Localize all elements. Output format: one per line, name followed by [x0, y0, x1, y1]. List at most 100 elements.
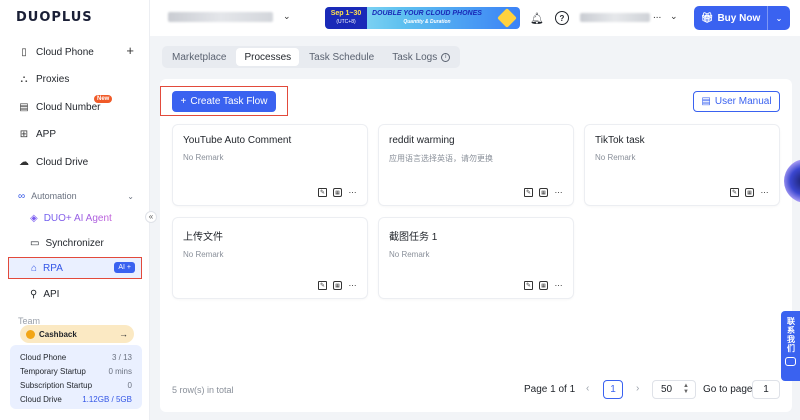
- automation-section-toggle[interactable]: ∞ Automation ⌄: [18, 189, 142, 203]
- infinity-icon: ∞: [18, 190, 26, 202]
- schedule-icon[interactable]: ▦: [539, 281, 548, 290]
- task-remark: No Remark: [183, 250, 224, 259]
- tab-label: Marketplace: [172, 51, 227, 63]
- sidebar-item-label: Cloud Drive: [36, 156, 89, 168]
- goto-page-input[interactable]: 1: [752, 380, 780, 399]
- task-remark: No Remark: [595, 153, 636, 162]
- coin-icon: [26, 329, 35, 339]
- task-title: 上传文件: [183, 232, 223, 243]
- more-icon[interactable]: ⋯: [554, 281, 563, 290]
- sidebar-item-app[interactable]: ⊞ APP: [8, 122, 142, 146]
- sidebar-item-synchronizer[interactable]: ▭ Synchronizer: [8, 232, 142, 254]
- page-number-button[interactable]: 1: [603, 380, 623, 399]
- edit-icon[interactable]: ✎: [318, 281, 327, 290]
- row-count: 5 row(s) in total: [172, 385, 234, 395]
- proxies-icon: ⛬: [20, 73, 28, 85]
- page-size-select[interactable]: 50 ▲ ▼: [652, 380, 696, 399]
- help-icon[interactable]: ?: [555, 11, 569, 25]
- edit-icon[interactable]: ✎: [524, 281, 533, 290]
- buy-now-label: Buy Now: [717, 12, 761, 24]
- schedule-icon[interactable]: ▦: [745, 188, 754, 197]
- chevron-down-icon[interactable]: ⌄: [670, 11, 678, 22]
- page-indicator: Page 1 of 1: [524, 384, 576, 395]
- logo-text: DUOPLUS: [16, 9, 93, 25]
- sidebar-item-rpa[interactable]: ⌂ RPA AI +: [8, 257, 142, 279]
- promo-date: Sep 1~30 (UTC+8): [325, 7, 367, 29]
- new-badge: New: [94, 95, 113, 103]
- more-icon[interactable]: ⋯: [348, 281, 357, 290]
- schedule-icon[interactable]: ▦: [333, 281, 342, 290]
- cashback-banner[interactable]: Cashback →: [20, 325, 134, 343]
- task-title: YouTube Auto Comment: [183, 135, 292, 146]
- chevron-down-icon: ⌄: [127, 191, 134, 201]
- promo-headline: DOUBLE YOUR CLOUD PHONES Quantity & Dura…: [367, 10, 482, 26]
- task-card[interactable]: YouTube Auto Comment No Remark ✎ ▦ ⋯: [172, 124, 368, 206]
- promo-banner[interactable]: Sep 1~30 (UTC+8) DOUBLE YOUR CLOUD PHONE…: [325, 7, 520, 29]
- api-icon: ⚲: [30, 288, 38, 300]
- section-title: Automation: [31, 191, 77, 201]
- sidebar-item-cloud-drive[interactable]: ☁ Cloud Drive: [8, 150, 142, 174]
- more-icon[interactable]: ⋯: [554, 188, 563, 197]
- sidebar-item-label: Synchronizer: [45, 237, 104, 249]
- chevron-down-icon[interactable]: ⌄: [283, 11, 291, 22]
- edit-icon[interactable]: ✎: [318, 188, 327, 197]
- user-manual-button[interactable]: ▤ User Manual: [693, 91, 780, 112]
- task-actions: ✎ ▦ ⋯: [524, 281, 563, 290]
- sidebar-item-cloud-number[interactable]: ▤ Cloud Number New: [8, 95, 142, 119]
- usage-value: 1.12GB / 5GB: [82, 394, 132, 404]
- tab-marketplace[interactable]: Marketplace: [164, 48, 234, 66]
- prev-page-icon[interactable]: ‹: [586, 383, 589, 394]
- more-icon[interactable]: ⋯: [760, 188, 769, 197]
- add-cloud-phone-icon[interactable]: +: [126, 43, 134, 58]
- edit-icon[interactable]: ✎: [730, 188, 739, 197]
- tab-label: Task Logs: [392, 51, 438, 63]
- logo[interactable]: DUOPLUS: [16, 9, 93, 25]
- bell-icon[interactable]: 🔔︎: [530, 11, 544, 25]
- sidebar-item-ai-agent[interactable]: ◈ DUO+ AI Agent: [8, 207, 142, 229]
- workspace-selector[interactable]: [168, 12, 273, 22]
- contact-us-button[interactable]: 联系我们: [781, 311, 800, 381]
- info-icon: i: [441, 52, 451, 62]
- tab-task-logs[interactable]: Task Logs i: [384, 48, 458, 66]
- more-icon[interactable]: ...: [653, 10, 661, 21]
- next-page-icon[interactable]: ›: [636, 383, 639, 394]
- rpa-tabs: Marketplace Processes Task Schedule Task…: [162, 46, 461, 68]
- task-card[interactable]: 截图任务 1 No Remark ✎ ▦ ⋯: [378, 217, 574, 299]
- task-remark: No Remark: [183, 153, 224, 162]
- sidebar: DUOPLUS ▯ Cloud Phone + ⛬ Proxies ▤ Clou…: [0, 0, 150, 420]
- task-card[interactable]: reddit warming 应用语言选择英语，请勿更换 ✎ ▦ ⋯: [378, 124, 574, 206]
- page-size-value: 50: [661, 384, 673, 395]
- task-card[interactable]: TikTok task No Remark ✎ ▦ ⋯: [584, 124, 780, 206]
- edit-icon[interactable]: ✎: [524, 188, 533, 197]
- buy-now-button[interactable]: 🎁︎ Buy Now ⌄: [694, 6, 790, 30]
- phone-icon: ▯: [21, 46, 27, 58]
- promo-headline-text: DOUBLE YOUR CLOUD PHONES: [372, 10, 482, 17]
- usage-label: Cloud Phone: [20, 352, 67, 362]
- sync-icon: ▭: [30, 237, 40, 249]
- chevron-down-icon[interactable]: ⌄: [768, 14, 790, 23]
- usage-value: 0: [127, 380, 132, 390]
- promo-subline: Quantity & Duration: [403, 19, 451, 25]
- sidebar-item-label: API: [43, 288, 60, 300]
- schedule-icon[interactable]: ▦: [539, 188, 548, 197]
- sidebar-item-label: Proxies: [36, 73, 70, 85]
- sidebar-item-api[interactable]: ⚲ API: [8, 283, 142, 305]
- tab-task-schedule[interactable]: Task Schedule: [301, 48, 382, 66]
- user-account[interactable]: [580, 13, 650, 22]
- collapse-sidebar-button[interactable]: «: [145, 211, 157, 223]
- tab-processes[interactable]: Processes: [236, 48, 300, 66]
- task-card[interactable]: 上传文件 No Remark ✎ ▦ ⋯: [172, 217, 368, 299]
- create-task-flow-button[interactable]: + Create Task Flow: [172, 91, 276, 112]
- task-actions: ✎ ▦ ⋯: [318, 188, 357, 197]
- schedule-icon[interactable]: ▦: [333, 188, 342, 197]
- document-icon: ▤: [701, 96, 711, 107]
- sidebar-item-cloud-phone[interactable]: ▯ Cloud Phone +: [8, 40, 142, 64]
- sidebar-item-label: Cloud Phone: [36, 46, 94, 58]
- plus-icon: +: [180, 96, 187, 107]
- more-icon[interactable]: ⋯: [348, 188, 357, 197]
- usage-value: 3 / 13: [111, 352, 132, 362]
- chat-icon: [785, 357, 796, 366]
- sidebar-item-proxies[interactable]: ⛬ Proxies: [8, 67, 142, 91]
- task-actions: ✎ ▦ ⋯: [730, 188, 769, 197]
- buy-now-main[interactable]: 🎁︎ Buy Now: [694, 6, 768, 30]
